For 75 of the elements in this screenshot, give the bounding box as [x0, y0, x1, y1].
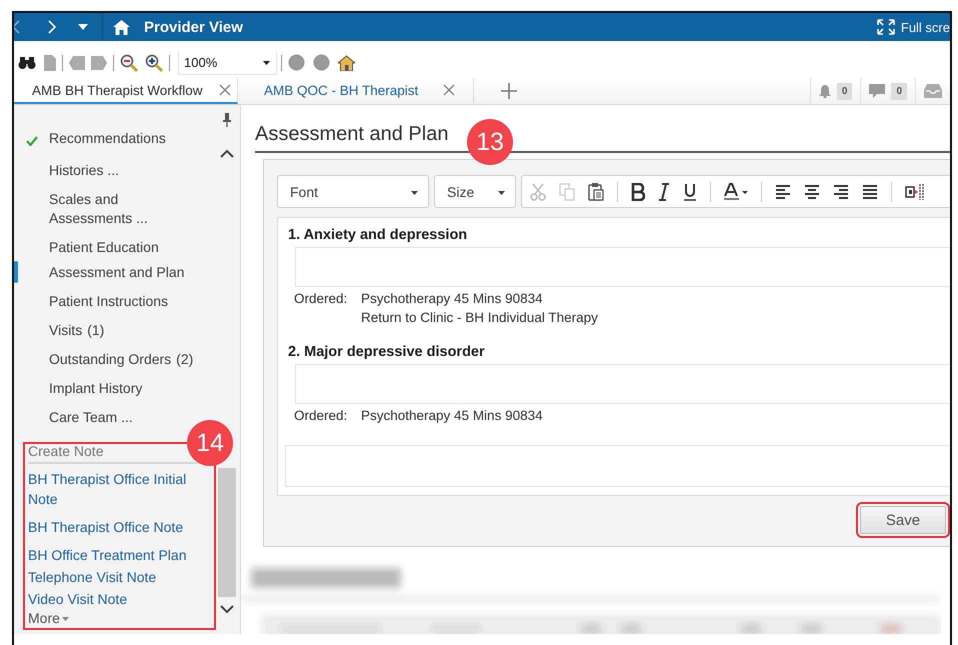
- text-field[interactable]: [285, 445, 950, 487]
- problem-title: 1. Anxiety and depression: [288, 226, 468, 244]
- caret-icon: [78, 24, 88, 30]
- text-color-icon: [724, 182, 748, 200]
- nav-item[interactable]: Patient Education: [14, 234, 218, 259]
- pin-icon: [223, 113, 231, 127]
- bold-icon: [631, 182, 645, 200]
- page-icon: [44, 54, 56, 70]
- caret-icon: [498, 190, 505, 194]
- paste-icon: [588, 182, 604, 200]
- note-link[interactable]: BH Therapist Office Initial Note: [28, 469, 198, 509]
- nav-item[interactable]: Assessment and Plan: [14, 259, 218, 288]
- nav-item[interactable]: Outstanding Orders (2): [14, 346, 218, 375]
- align-right-icon: [833, 182, 849, 200]
- binoculars-icon: [18, 56, 36, 70]
- caret-icon: [62, 616, 69, 620]
- size-select[interactable]: Size: [434, 175, 516, 208]
- nav-item[interactable]: Scales and Assessments ...: [14, 186, 218, 234]
- nav-item[interactable]: Visits (1): [14, 317, 218, 346]
- note-editor[interactable]: 1. Anxiety and depression Ordered: Psychotherapy 45 Mins 90834 Return to Clinic - BH Individual Therapy 2. Major depressive disorder Ordered: Psychotherapy 45 Mins 90834: [277, 217, 950, 496]
- scroll-down-icon: [220, 605, 234, 614]
- circle-icon: [288, 54, 305, 71]
- caret-icon: [263, 60, 270, 64]
- nav-item[interactable]: Recommendations: [14, 125, 218, 157]
- italic-icon: [658, 182, 670, 200]
- field-label: Ordered:: [294, 407, 348, 425]
- align-left-icon: [775, 182, 791, 200]
- page-forward-icon: [91, 56, 107, 70]
- zoom-select[interactable]: 100%: [178, 50, 277, 74]
- more-menu[interactable]: More: [28, 610, 69, 626]
- close-icon: [219, 84, 231, 96]
- nav-item[interactable]: Histories ...: [14, 157, 218, 186]
- add-tab-icon: [500, 82, 518, 100]
- comment-field[interactable]: [295, 364, 950, 404]
- insert-field-icon: [905, 182, 925, 200]
- order-item: Psychotherapy 45 Mins 90834: [361, 290, 544, 308]
- message-icon: [869, 84, 886, 98]
- problem-title: 2. Major depressive disorder: [288, 343, 486, 361]
- close-icon: [443, 84, 455, 96]
- zoom-out-icon: [120, 54, 138, 72]
- field-label: Ordered:: [294, 290, 348, 308]
- scroll-up-icon: [220, 149, 234, 158]
- underline-icon: [683, 182, 697, 200]
- order-item: Return to Clinic - BH Individual Therapy: [361, 309, 598, 327]
- tab[interactable]: AMB BH Therapist Workflow: [14, 78, 238, 104]
- tab[interactable]: AMB QOC - BH Therapist: [238, 78, 474, 104]
- align-center-icon: [804, 182, 820, 200]
- note-link[interactable]: BH Therapist Office Note: [28, 517, 198, 537]
- bell-icon: [818, 84, 831, 98]
- circle-icon: [313, 54, 330, 71]
- house-icon: [338, 54, 355, 70]
- fullscreen-link[interactable]: Full scre: [900, 20, 950, 34]
- note-link[interactable]: Video Visit Note: [28, 589, 198, 609]
- font-select[interactable]: Font: [277, 175, 429, 208]
- home-icon: [113, 19, 130, 35]
- order-item: Psychotherapy 45 Mins 90834: [361, 407, 543, 425]
- copy-icon: [559, 182, 575, 200]
- page-title: Provider View: [144, 18, 243, 36]
- inbox-icon: [924, 84, 942, 98]
- forward-icon: [46, 19, 58, 35]
- selection-bar: [14, 261, 18, 283]
- page-back-icon: [69, 56, 85, 70]
- nav-item[interactable]: Implant History: [14, 375, 218, 404]
- caret-icon: [411, 190, 418, 194]
- zoom-in-icon: [145, 54, 163, 72]
- nav-item[interactable]: Patient Instructions: [14, 288, 218, 317]
- comment-field[interactable]: [295, 247, 950, 287]
- fullscreen-icon: [876, 19, 895, 35]
- note-link[interactable]: BH Office Treatment Plan: [28, 545, 198, 565]
- cut-icon: [530, 182, 546, 200]
- justify-icon: [862, 182, 878, 200]
- count-badge: 0: [836, 82, 852, 100]
- count-badge: 0: [891, 82, 907, 100]
- scrollbar-thumb[interactable]: [218, 468, 236, 597]
- note-link[interactable]: Telephone Visit Note: [28, 567, 198, 587]
